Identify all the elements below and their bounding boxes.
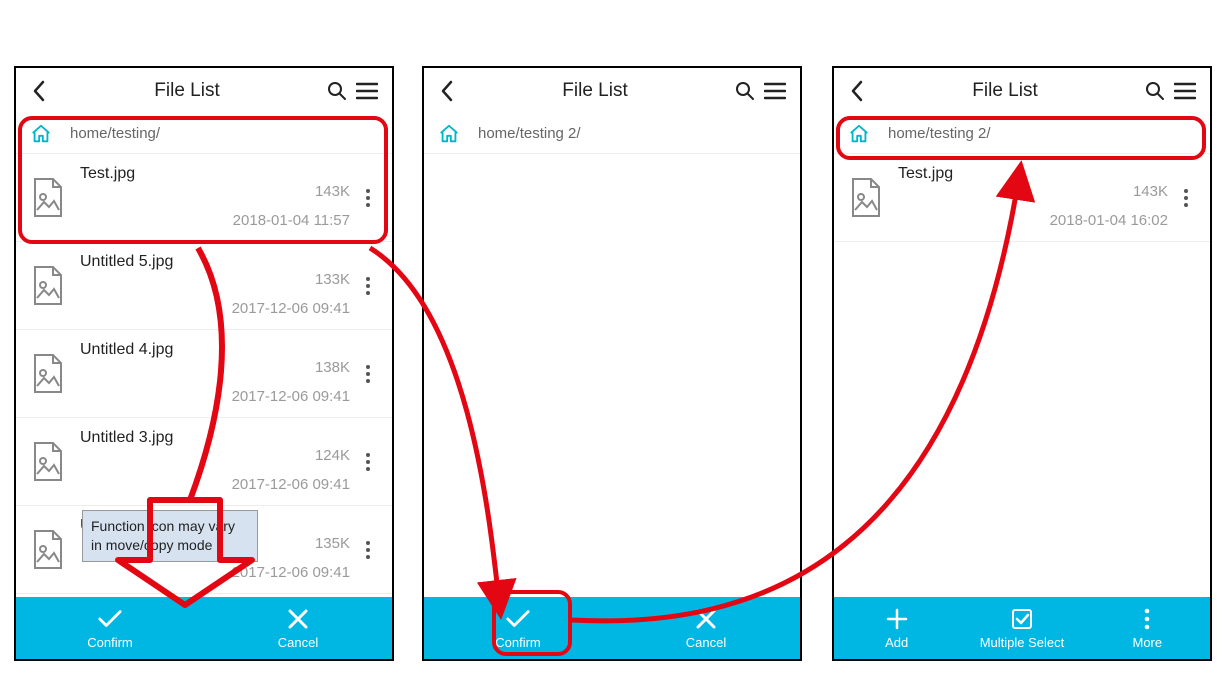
confirm-label: Confirm bbox=[87, 635, 133, 650]
checkbox-icon bbox=[1010, 607, 1034, 631]
file-date: 2018-01-04 11:57 bbox=[233, 212, 350, 231]
breadcrumb[interactable]: home/testing/ bbox=[16, 114, 392, 154]
file-date: 2017-12-06 09:41 bbox=[232, 564, 350, 583]
more-button[interactable]: More bbox=[1085, 597, 1210, 659]
annotation-callout: Function icon may vary in move/copy mode bbox=[82, 510, 258, 562]
image-file-icon bbox=[30, 441, 64, 483]
page-title: File List bbox=[460, 80, 730, 102]
callout-line-2: in move/copy mode bbox=[91, 537, 212, 553]
back-button[interactable] bbox=[434, 78, 460, 104]
file-size: 135K bbox=[315, 535, 350, 554]
image-file-icon bbox=[30, 265, 64, 307]
confirm-button[interactable]: Confirm bbox=[16, 597, 204, 659]
phone-screen-1: File List home/testing/ Test.jpg 143K 20… bbox=[14, 66, 394, 661]
hamburger-menu-icon[interactable] bbox=[1170, 76, 1200, 106]
back-button[interactable] bbox=[844, 78, 870, 104]
confirm-label: Confirm bbox=[495, 635, 541, 650]
hamburger-menu-icon[interactable] bbox=[760, 76, 790, 106]
file-size: 133K bbox=[315, 271, 350, 290]
more-label: More bbox=[1133, 635, 1163, 650]
bottom-action-bar: Confirm Cancel bbox=[424, 597, 800, 659]
breadcrumb-path: home/testing 2/ bbox=[478, 125, 581, 142]
page-title: File List bbox=[52, 80, 322, 102]
cross-icon bbox=[286, 607, 310, 631]
more-options-icon[interactable] bbox=[356, 365, 380, 383]
file-date: 2017-12-06 09:41 bbox=[232, 388, 350, 407]
add-button[interactable]: Add bbox=[834, 597, 959, 659]
file-name: Untitled 3.jpg bbox=[80, 429, 356, 447]
cancel-label: Cancel bbox=[686, 635, 726, 650]
file-item[interactable]: Test.jpg 143K 2018-01-04 11:57 bbox=[16, 154, 392, 242]
header: File List bbox=[16, 68, 392, 114]
back-button[interactable] bbox=[26, 78, 52, 104]
breadcrumb-path: home/testing 2/ bbox=[888, 125, 991, 142]
file-item[interactable]: Untitled 5.jpg 133K 2017-12-06 09:41 bbox=[16, 242, 392, 330]
add-label: Add bbox=[885, 635, 908, 650]
cancel-button[interactable]: Cancel bbox=[204, 597, 392, 659]
more-dots-icon bbox=[1135, 607, 1159, 631]
multiple-select-label: Multiple Select bbox=[980, 635, 1065, 650]
file-name: Untitled 5.jpg bbox=[80, 253, 356, 271]
file-list: Test.jpg 143K 2018-01-04 16:02 bbox=[834, 154, 1210, 242]
bottom-action-bar: Confirm Cancel bbox=[16, 597, 392, 659]
more-options-icon[interactable] bbox=[1174, 189, 1198, 207]
more-options-icon[interactable] bbox=[356, 453, 380, 471]
search-icon[interactable] bbox=[322, 76, 352, 106]
header: File List bbox=[424, 68, 800, 114]
hamburger-menu-icon[interactable] bbox=[352, 76, 382, 106]
home-icon bbox=[438, 123, 460, 145]
home-icon bbox=[848, 123, 870, 145]
breadcrumb[interactable]: home/testing 2/ bbox=[424, 114, 800, 154]
file-name: Test.jpg bbox=[898, 165, 1174, 183]
breadcrumb[interactable]: home/testing 2/ bbox=[834, 114, 1210, 154]
file-size: 138K bbox=[315, 359, 350, 378]
check-icon bbox=[98, 607, 122, 631]
plus-icon bbox=[885, 607, 909, 631]
confirm-button[interactable]: Confirm bbox=[424, 597, 612, 659]
file-size: 143K bbox=[315, 183, 350, 202]
file-date: 2017-12-06 09:41 bbox=[232, 476, 350, 495]
phone-screen-3: File List home/testing 2/ Test.jpg 143K … bbox=[832, 66, 1212, 661]
file-item[interactable]: Untitled 3.jpg 124K 2017-12-06 09:41 bbox=[16, 418, 392, 506]
phone-screen-2: File List home/testing 2/ Confirm Cancel bbox=[422, 66, 802, 661]
header: File List bbox=[834, 68, 1210, 114]
multiple-select-button[interactable]: Multiple Select bbox=[959, 597, 1084, 659]
home-icon bbox=[30, 123, 52, 145]
file-name: Test.jpg bbox=[80, 165, 356, 183]
bottom-action-bar: Add Multiple Select More bbox=[834, 597, 1210, 659]
file-item[interactable]: Untitled 4.jpg 138K 2017-12-06 09:41 bbox=[16, 330, 392, 418]
more-options-icon[interactable] bbox=[356, 189, 380, 207]
breadcrumb-path: home/testing/ bbox=[70, 125, 160, 142]
file-name: Untitled 4.jpg bbox=[80, 341, 356, 359]
file-size: 143K bbox=[1133, 183, 1168, 202]
file-item[interactable]: Test.jpg 143K 2018-01-04 16:02 bbox=[834, 154, 1210, 242]
image-file-icon bbox=[30, 529, 64, 571]
callout-line-1: Function icon may vary bbox=[91, 518, 235, 534]
cancel-label: Cancel bbox=[278, 635, 318, 650]
page-title: File List bbox=[870, 80, 1140, 102]
search-icon[interactable] bbox=[730, 76, 760, 106]
image-file-icon bbox=[30, 177, 64, 219]
cancel-button[interactable]: Cancel bbox=[612, 597, 800, 659]
file-date: 2017-12-06 09:41 bbox=[232, 300, 350, 319]
more-options-icon[interactable] bbox=[356, 541, 380, 559]
more-options-icon[interactable] bbox=[356, 277, 380, 295]
search-icon[interactable] bbox=[1140, 76, 1170, 106]
check-icon bbox=[506, 607, 530, 631]
file-date: 2018-01-04 16:02 bbox=[1050, 212, 1168, 231]
image-file-icon bbox=[848, 177, 882, 219]
image-file-icon bbox=[30, 353, 64, 395]
file-size: 124K bbox=[315, 447, 350, 466]
cross-icon bbox=[694, 607, 718, 631]
